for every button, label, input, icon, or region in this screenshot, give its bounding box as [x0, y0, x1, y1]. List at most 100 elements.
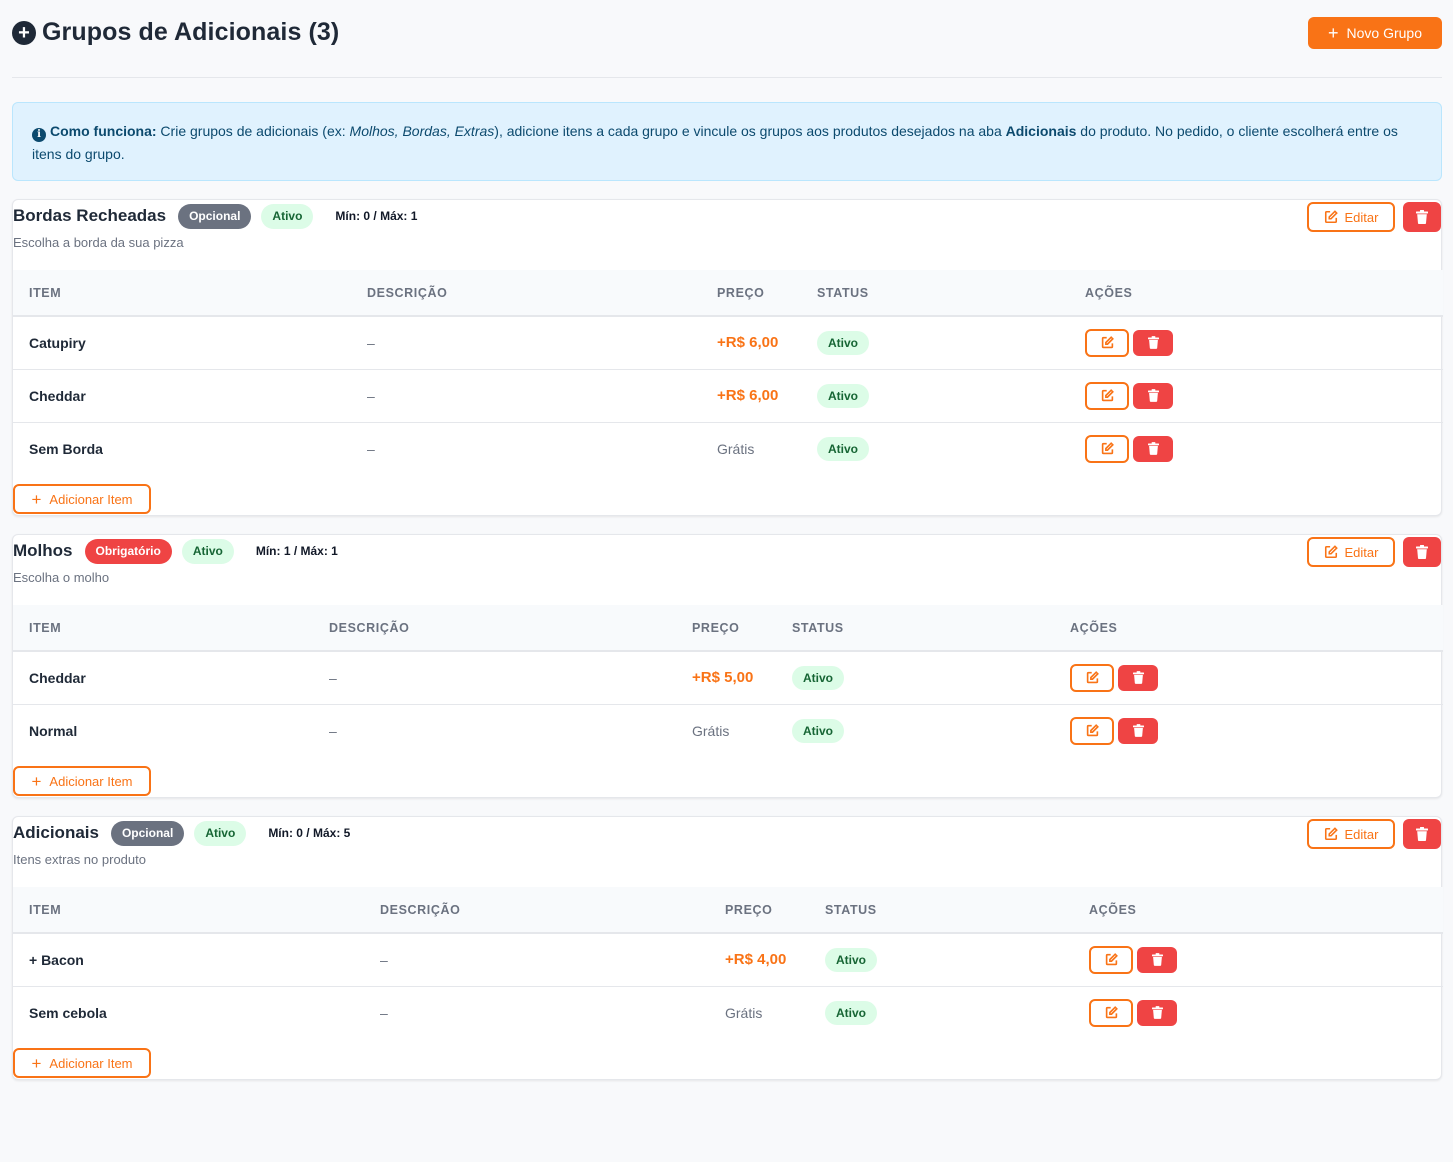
item-actions-cell — [1073, 986, 1443, 1039]
delete-group-button[interactable] — [1403, 537, 1441, 567]
col-header-price: PREÇO — [676, 605, 776, 652]
table-header-row: ITEM DESCRIÇÃO PREÇO STATUS AÇÕES — [13, 605, 1443, 652]
item-actions-cell — [1069, 316, 1443, 370]
col-header-status: STATUS — [776, 605, 1054, 652]
col-header-price: PREÇO — [709, 887, 809, 934]
item-name: Sem Borda — [29, 440, 103, 457]
delete-item-button[interactable] — [1118, 664, 1158, 691]
group-card: Bordas Recheadas Opcional Ativo Mín: 0 /… — [12, 199, 1443, 516]
delete-item-button[interactable] — [1133, 435, 1173, 462]
items-table: ITEM DESCRIÇÃO PREÇO STATUS AÇÕES Chedda… — [13, 605, 1443, 757]
plus-icon: + — [31, 771, 42, 791]
edit-group-button[interactable]: Editar — [1307, 537, 1395, 567]
edit-item-button[interactable] — [1089, 998, 1133, 1027]
group-minmax: Mín: 0 / Máx: 1 — [335, 209, 418, 223]
new-group-button[interactable]: + Novo Grupo — [1308, 16, 1442, 49]
edit-group-button[interactable]: Editar — [1307, 202, 1395, 232]
delete-group-button[interactable] — [1403, 819, 1441, 849]
group-name: Bordas Recheadas — [13, 206, 167, 225]
edit-group-label: Editar — [1344, 826, 1379, 842]
item-name: Normal — [29, 722, 78, 739]
col-header-description: DESCRIÇÃO — [364, 887, 709, 934]
trash-icon — [1151, 953, 1163, 967]
item-name: Catupiry — [13, 316, 351, 370]
group-status-badge: Ativo — [261, 203, 314, 229]
item-actions-cell — [1054, 651, 1443, 705]
edit-icon — [1101, 442, 1114, 455]
edit-item-button[interactable] — [1070, 663, 1114, 692]
trash-icon — [1416, 827, 1428, 841]
edit-item-button[interactable] — [1085, 328, 1129, 357]
add-item-button[interactable]: + Adicionar Item — [13, 1048, 151, 1078]
table-row: Normal – Grátis Ativo — [13, 704, 1443, 757]
edit-item-button[interactable] — [1070, 716, 1114, 745]
delete-item-button[interactable] — [1118, 717, 1158, 744]
trash-icon — [1151, 1006, 1163, 1020]
edit-icon — [1105, 953, 1118, 966]
edit-icon — [1086, 724, 1099, 737]
item-actions-cell — [1073, 933, 1443, 987]
item-actions — [1070, 663, 1443, 692]
item-name: Cheddar — [13, 369, 351, 423]
item-actions-cell — [1069, 369, 1443, 423]
group-type-badge: Opcional — [110, 820, 185, 846]
group-description: Itens extras no produto — [13, 852, 146, 867]
item-price: Grátis — [725, 1004, 763, 1021]
item-actions — [1089, 945, 1443, 974]
item-name: Sem cebola — [29, 1004, 107, 1021]
plus-icon: + — [31, 489, 42, 509]
edit-group-label: Editar — [1344, 209, 1379, 225]
delete-group-button[interactable] — [1403, 202, 1441, 232]
delete-item-button[interactable] — [1133, 382, 1173, 409]
group-minmax: Mín: 0 / Máx: 5 — [268, 826, 351, 840]
item-status-badge: Ativo — [792, 665, 844, 690]
add-item-button[interactable]: + Adicionar Item — [13, 766, 151, 796]
edit-icon — [1101, 336, 1114, 349]
edit-icon — [1105, 1006, 1118, 1019]
trash-icon — [1416, 545, 1428, 559]
info-text-1: Crie grupos de adicionais (ex: — [156, 123, 350, 139]
item-price: Grátis — [717, 440, 755, 457]
table-row: Sem Borda – Grátis Ativo — [13, 422, 1443, 475]
col-header-status: STATUS — [809, 887, 1073, 934]
table-row: Cheddar – +R$ 5,00 Ativo — [13, 651, 1443, 705]
item-description: – — [380, 1004, 388, 1021]
delete-item-button[interactable] — [1137, 946, 1177, 973]
item-price: Grátis — [692, 722, 730, 739]
page: + Grupos de Adicionais (3) + Novo Grupo … — [12, 0, 1443, 1080]
edit-icon — [1324, 210, 1338, 224]
group-description: Escolha a borda da sua pizza — [13, 235, 184, 250]
edit-item-button[interactable] — [1089, 945, 1133, 974]
edit-item-button[interactable] — [1085, 434, 1129, 463]
col-header-actions: AÇÕES — [1069, 270, 1443, 317]
delete-item-button[interactable] — [1133, 329, 1173, 356]
edit-group-button[interactable]: Editar — [1307, 819, 1395, 849]
trash-icon — [1147, 442, 1159, 456]
item-status-cell: Ativo — [776, 651, 1054, 705]
item-actions — [1085, 328, 1443, 357]
new-group-label: Novo Grupo — [1346, 24, 1422, 41]
group-minmax: Mín: 1 / Máx: 1 — [255, 544, 338, 558]
col-header-description: DESCRIÇÃO — [313, 605, 676, 652]
edit-group-label: Editar — [1344, 544, 1379, 560]
col-header-item: ITEM — [13, 270, 351, 317]
edit-icon — [1324, 827, 1338, 841]
info-examples: Molhos, Bordas, Extras — [349, 123, 495, 139]
trash-icon — [1147, 389, 1159, 402]
col-header-description: DESCRIÇÃO — [351, 270, 701, 317]
item-description: – — [364, 933, 709, 987]
add-item-button[interactable]: + Adicionar Item — [13, 484, 151, 514]
page-title: Grupos de Adicionais (3) — [42, 18, 340, 46]
col-header-actions: AÇÕES — [1054, 605, 1443, 652]
edit-item-button[interactable] — [1085, 381, 1129, 410]
title-wrap: + Grupos de Adicionais (3) — [12, 18, 339, 47]
col-header-item: ITEM — [13, 887, 364, 934]
item-actions — [1089, 998, 1443, 1027]
item-price: +R$ 6,00 — [701, 369, 801, 423]
group-description: Escolha o molho — [13, 570, 110, 585]
item-description: – — [367, 440, 375, 457]
delete-item-button[interactable] — [1137, 999, 1177, 1026]
item-status-cell: Ativo — [776, 704, 1054, 757]
trash-icon — [1132, 724, 1144, 738]
table-row: Catupiry – +R$ 6,00 Ativo — [13, 316, 1443, 370]
